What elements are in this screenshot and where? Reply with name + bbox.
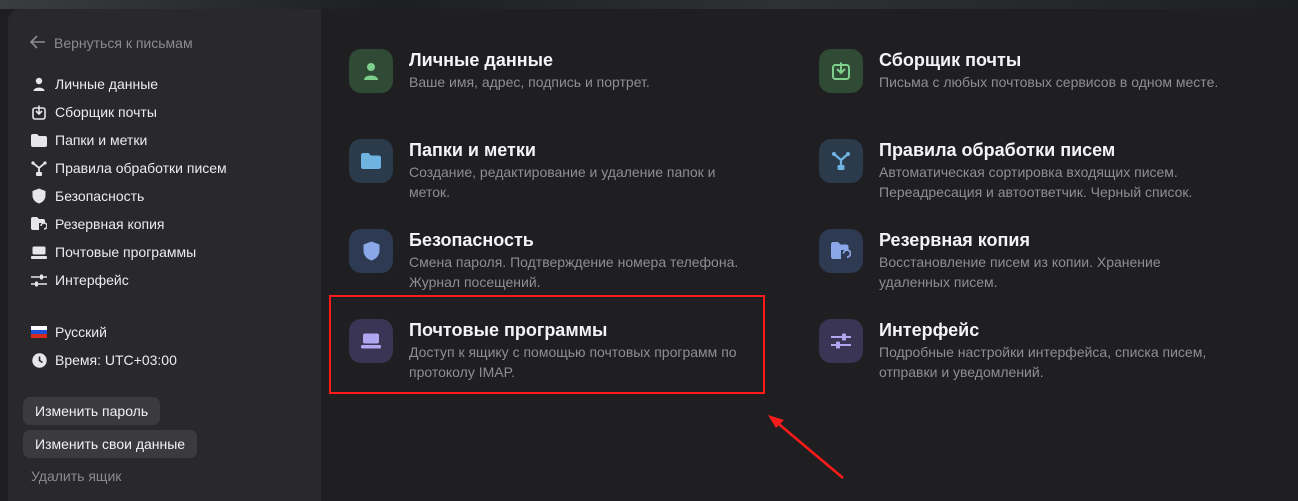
sidebar-item-personal[interactable]: Личные данные	[31, 70, 227, 98]
collector-icon	[31, 104, 47, 120]
sidebar-item-rules[interactable]: Правила обработки писем	[31, 154, 227, 182]
change-data-button[interactable]: Изменить свои данные	[23, 430, 198, 458]
sidebar-item-mail-clients[interactable]: Почтовые программы	[31, 238, 227, 266]
user-icon	[349, 49, 393, 93]
sidebar-item-label: Личные данные	[55, 76, 159, 92]
back-to-mail-link[interactable]: Вернуться к письмам	[29, 33, 193, 53]
card-title: Сборщик почты	[879, 50, 1022, 70]
backup-icon	[819, 229, 863, 273]
delete-mailbox-link[interactable]: Удалить ящик	[31, 468, 121, 484]
folder-icon	[349, 139, 393, 183]
card-desc: Создание, редактирование и удаление папо…	[409, 164, 716, 180]
card-title: Почтовые программы	[409, 320, 608, 340]
user-icon	[31, 76, 47, 92]
card-desc: Подробные настройки интерфейса, списка п…	[879, 344, 1207, 360]
mail-client-icon	[349, 319, 393, 363]
card-desc: Смена пароля. Подтверждение номера телеф…	[409, 254, 739, 270]
card-desc: Автоматическая сортировка входящих писем…	[879, 164, 1178, 180]
card-security[interactable]: Безопасность Смена пароля. Подтверждение…	[349, 229, 738, 292]
sliders-icon	[31, 272, 47, 288]
card-mail-clients[interactable]: Почтовые программы Доступ к ящику с помо…	[349, 319, 737, 382]
sidebar-item-label: Безопасность	[55, 188, 145, 204]
timezone-selector[interactable]: Время: UTC+03:00	[31, 346, 177, 374]
folder-icon	[31, 132, 47, 148]
sidebar-item-label: Почтовые программы	[55, 244, 197, 260]
card-desc: Письма с любых почтовых сервисов в одном…	[879, 74, 1219, 90]
sidebar-nav: Личные данные Сборщик почты Папки и метк…	[31, 70, 227, 294]
back-label: Вернуться к письмам	[54, 35, 193, 51]
sidebar-item-backup[interactable]: Резервная копия	[31, 210, 227, 238]
card-title: Правила обработки писем	[879, 140, 1116, 160]
sidebar-item-folders[interactable]: Папки и метки	[31, 126, 227, 154]
sidebar-item-label: Сборщик почты	[55, 104, 157, 120]
settings-sidebar: Вернуться к письмам Личные данные Сборщи…	[8, 9, 321, 501]
backup-icon	[31, 216, 47, 232]
collector-icon	[819, 49, 863, 93]
sidebar-item-label: Правила обработки писем	[55, 160, 227, 176]
card-desc: удаленных писем.	[879, 274, 998, 290]
language-label: Русский	[55, 324, 107, 340]
sidebar-item-label: Папки и метки	[55, 132, 148, 148]
rules-icon	[31, 160, 47, 176]
card-interface[interactable]: Интерфейс Подробные настройки интерфейса…	[819, 319, 1206, 382]
rules-icon	[819, 139, 863, 183]
sliders-icon	[819, 319, 863, 363]
shield-icon	[349, 229, 393, 273]
sidebar-item-collector[interactable]: Сборщик почты	[31, 98, 227, 126]
card-desc: Переадресация и автоответчик. Черный спи…	[879, 184, 1193, 200]
sidebar-item-label: Резервная копия	[55, 216, 165, 232]
card-title: Папки и метки	[409, 140, 536, 160]
card-personal[interactable]: Личные данные Ваше имя, адрес, подпись и…	[349, 49, 650, 93]
shield-icon	[31, 188, 47, 204]
russia-flag-icon	[31, 324, 47, 340]
change-password-button[interactable]: Изменить пароль	[23, 397, 161, 425]
window-top-background	[0, 0, 1298, 9]
sidebar-item-label: Интерфейс	[55, 272, 129, 288]
annotation-arrow-icon	[760, 408, 850, 485]
card-desc: Восстановление писем из копии. Хранение	[879, 254, 1161, 270]
card-desc: протоколу IMAP.	[409, 364, 516, 380]
card-rules[interactable]: Правила обработки писем Автоматическая с…	[819, 139, 1192, 202]
card-title: Безопасность	[409, 230, 534, 250]
card-title: Личные данные	[409, 50, 553, 70]
language-selector[interactable]: Русский	[31, 318, 177, 346]
card-desc: Журнал посещений.	[409, 274, 541, 290]
sidebar-item-interface[interactable]: Интерфейс	[31, 266, 227, 294]
card-backup[interactable]: Резервная копия Восстановление писем из …	[819, 229, 1161, 292]
card-desc: Ваше имя, адрес, подпись и портрет.	[409, 74, 650, 90]
card-folders[interactable]: Папки и метки Создание, редактирование и…	[349, 139, 715, 202]
timezone-label: Время: UTC+03:00	[55, 352, 177, 368]
mail-client-icon	[31, 244, 47, 260]
clock-icon	[31, 352, 47, 368]
card-title: Интерфейс	[879, 320, 980, 340]
card-title: Резервная копия	[879, 230, 1030, 250]
arrow-left-icon	[29, 34, 54, 52]
card-desc: Доступ к ящику с помощью почтовых програ…	[409, 344, 737, 360]
card-collector[interactable]: Сборщик почты Письма с любых почтовых се…	[819, 49, 1218, 93]
card-desc: отправки и уведомлений.	[879, 364, 1044, 380]
sidebar-meta: Русский Время: UTC+03:00	[31, 318, 177, 374]
sidebar-item-security[interactable]: Безопасность	[31, 182, 227, 210]
card-desc: меток.	[409, 184, 451, 200]
